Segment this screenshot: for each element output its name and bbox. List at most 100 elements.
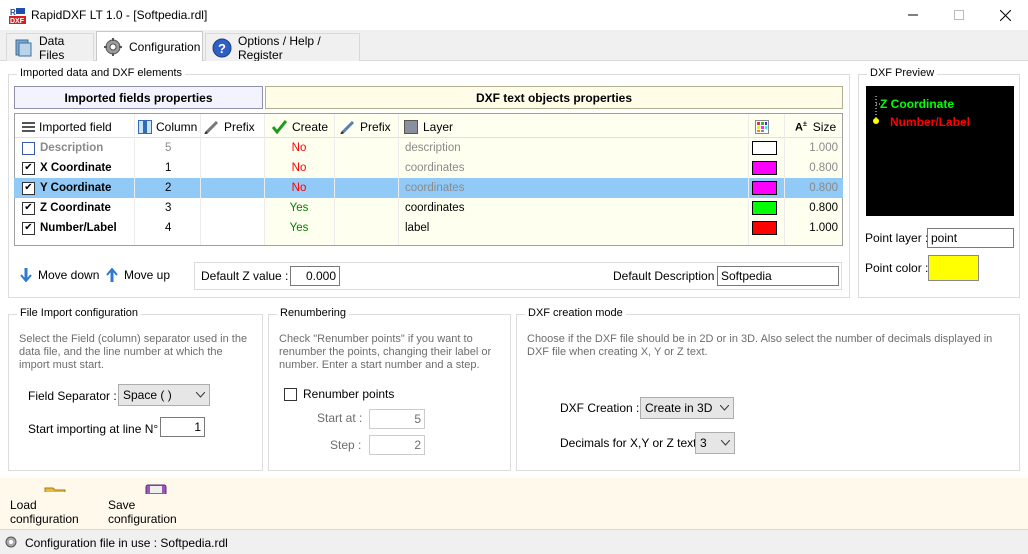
layer-name[interactable]: label <box>405 218 429 238</box>
tab-data-files[interactable]: Data Files <box>6 33 94 62</box>
renumber-step-label: Step : <box>330 438 362 452</box>
col-layer[interactable]: Layer <box>404 117 453 137</box>
minimize-icon <box>908 14 918 16</box>
dxf-creation-select[interactable]: Create in 3D <box>640 397 734 419</box>
col-create[interactable]: Create <box>272 117 328 137</box>
create-value[interactable]: Yes <box>265 218 333 238</box>
default-description-input[interactable]: Softpedia <box>717 266 839 286</box>
text-size[interactable]: 0.800 <box>800 158 838 178</box>
create-value[interactable]: No <box>265 158 333 178</box>
group-title: Renumbering <box>277 307 350 319</box>
dxf-text-band: DXF text objects properties <box>265 86 843 109</box>
col-color[interactable] <box>755 117 769 137</box>
load-configuration-button[interactable]: Load configuration <box>10 484 102 526</box>
default-z-input[interactable]: 0.000 <box>290 266 340 286</box>
col-prefix-dxf[interactable]: Prefix <box>340 117 391 137</box>
close-icon <box>999 9 1011 21</box>
checkbox-box: ✔ <box>22 201 35 215</box>
create-value[interactable]: Yes <box>265 198 333 218</box>
field-separator-label: Field Separator : <box>28 389 117 403</box>
layer-name[interactable]: description <box>405 138 461 158</box>
col-column[interactable]: Column <box>138 117 197 137</box>
field-name: Number/Label <box>40 222 117 234</box>
color-swatch[interactable] <box>752 198 777 218</box>
col-size[interactable]: A± Size <box>795 117 836 137</box>
chevron-down-icon <box>196 392 205 398</box>
color-swatch[interactable] <box>752 218 777 238</box>
renumber-points-checkbox[interactable]: Renumber points <box>284 387 394 401</box>
floppy-disk-icon <box>145 484 166 494</box>
close-button[interactable] <box>982 0 1028 30</box>
checkbox-box: ✔ <box>22 161 35 175</box>
status-text: Configuration file in use : Softpedia.rd… <box>25 536 228 550</box>
gear-icon <box>103 37 123 57</box>
row-checkbox[interactable] <box>22 138 35 158</box>
point-layer-label: Point layer : <box>865 231 929 245</box>
layer-name[interactable]: coordinates <box>405 178 464 198</box>
checkbox-box <box>22 141 35 155</box>
save-configuration-button[interactable]: Save configuration <box>108 484 203 526</box>
table-row[interactable]: ✔ Z Coordinate 3 Yes coordinates 0.800 <box>14 198 843 218</box>
app-icon: R DXF <box>9 7 26 25</box>
point-color-swatch[interactable] <box>928 255 979 281</box>
layer-name[interactable]: coordinates <box>405 198 464 218</box>
field-name: X Coordinate <box>40 162 112 174</box>
row-checkbox[interactable]: ✔ <box>22 218 35 238</box>
minimize-button[interactable] <box>890 0 936 30</box>
color-swatch[interactable] <box>752 138 777 158</box>
group-title: File Import configuration <box>17 307 141 319</box>
start-line-input[interactable]: 1 <box>160 417 205 437</box>
svg-text:DXF: DXF <box>10 18 25 24</box>
column-number: 2 <box>165 182 172 194</box>
field-name: Z Coordinate <box>40 202 111 214</box>
col-prefix[interactable]: Prefix <box>204 117 255 137</box>
grid-divider <box>134 114 135 245</box>
table-row[interactable]: ✔ Y Coordinate 2 No coordinates 0.800 <box>14 178 843 198</box>
create-value[interactable]: No <box>265 138 333 158</box>
field-separator-select[interactable]: Space ( ) <box>118 384 210 406</box>
maximize-button[interactable] <box>936 0 982 30</box>
point-layer-input[interactable]: point <box>927 228 1014 248</box>
text-size[interactable]: 0.800 <box>800 198 838 218</box>
move-up-button[interactable]: Move up <box>106 268 170 282</box>
tab-configuration[interactable]: Configuration <box>96 31 203 62</box>
row-checkbox[interactable]: ✔ <box>22 178 35 198</box>
arrow-down-icon <box>20 268 32 282</box>
arrow-up-icon <box>106 268 118 282</box>
create-value[interactable]: No <box>265 178 333 198</box>
color-swatch[interactable] <box>752 158 777 178</box>
row-checkbox[interactable]: ✔ <box>22 198 35 218</box>
table-row[interactable]: ✔ Number/Label 4 Yes label 1.000 <box>14 218 843 238</box>
preview-z-label: Z Coordinate <box>880 97 954 111</box>
status-bar: Configuration file in use : Softpedia.rd… <box>0 529 1028 554</box>
svg-text:R: R <box>10 8 16 17</box>
tab-options-help-register[interactable]: ? Options / Help / Register <box>205 33 360 62</box>
text-size[interactable]: 0.800 <box>800 178 838 198</box>
pencil-icon <box>204 120 219 134</box>
text-size[interactable]: 1.000 <box>800 138 838 158</box>
renumber-start-input[interactable]: 5 <box>369 409 425 429</box>
col-imported-field[interactable]: Imported field <box>22 117 112 137</box>
grid-divider <box>334 114 335 245</box>
text-size[interactable]: 1.000 <box>800 218 838 238</box>
start-line-label: Start importing at line N° : <box>28 422 165 436</box>
tab-label: Options / Help / Register <box>238 33 321 62</box>
grid-divider <box>200 114 201 245</box>
renumber-step-input[interactable]: 2 <box>369 435 425 455</box>
maximize-icon <box>954 10 964 20</box>
move-down-button[interactable]: Move down <box>20 268 99 282</box>
imported-fields-band: Imported fields properties <box>14 86 263 109</box>
file-import-description: Select the Field (column) separator used… <box>19 333 248 371</box>
table-row[interactable]: Description 5 No description 1.000 <box>14 138 843 158</box>
decimals-select[interactable]: 3 <box>695 432 735 454</box>
list-icon <box>22 122 35 132</box>
chevron-down-icon <box>721 440 730 446</box>
renumbering-description: Check "Renumber points" if you want to r… <box>279 333 492 371</box>
color-swatch[interactable] <box>752 178 777 198</box>
layer-name[interactable]: coordinates <box>405 158 464 178</box>
table-row[interactable]: ✔ X Coordinate 1 No coordinates 0.800 <box>14 158 843 178</box>
row-checkbox[interactable]: ✔ <box>22 158 35 178</box>
grid-divider <box>748 114 749 245</box>
text-size-icon: A± <box>795 120 807 134</box>
column-number: 3 <box>165 202 172 214</box>
